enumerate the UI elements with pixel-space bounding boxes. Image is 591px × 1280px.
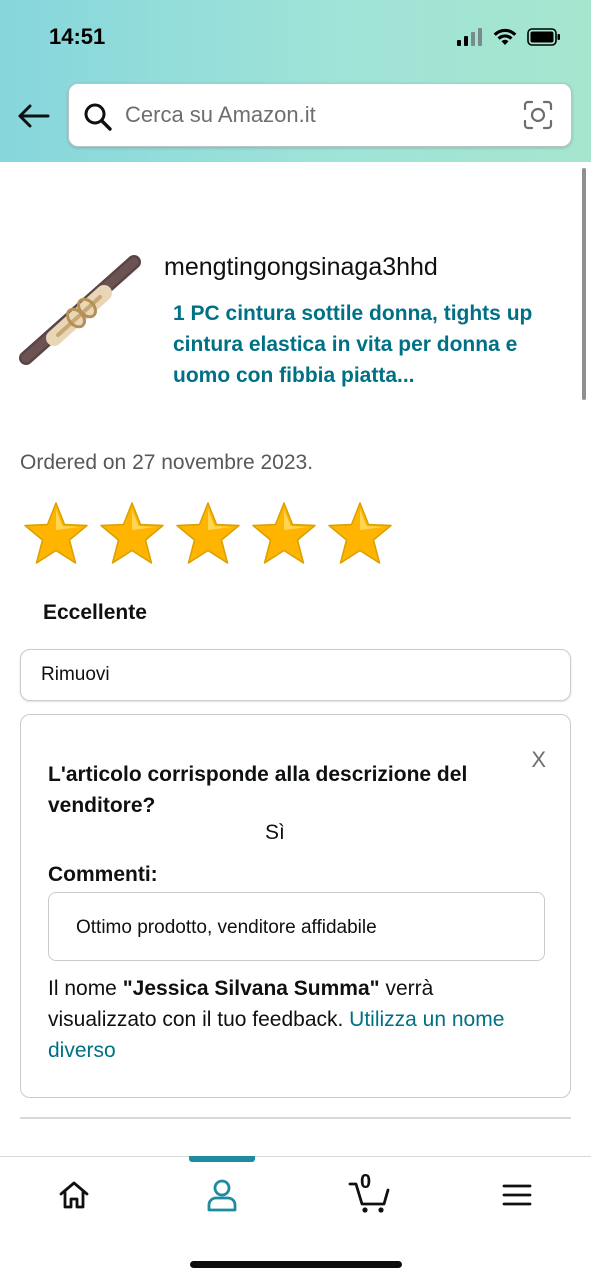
search-input[interactable] — [125, 84, 505, 146]
star-3[interactable] — [174, 500, 242, 568]
cart-count-badge: 0 — [360, 1171, 372, 1193]
seller-name: mengtingongsinaga3hhd — [164, 253, 438, 281]
ordered-date: Ordered on 27 novembre 2023. — [20, 451, 314, 474]
home-indicator[interactable] — [190, 1261, 402, 1268]
nav-account[interactable] — [192, 1175, 252, 1215]
description-answer[interactable]: Sì — [265, 821, 285, 845]
home-icon — [59, 1181, 89, 1209]
back-arrow-icon — [18, 104, 50, 128]
name-note: Il nome "Jessica Silvana Summa" verrà vi… — [48, 973, 528, 1066]
feedback-card: X L'articolo corrisponde alla descrizion… — [20, 714, 571, 1098]
battery-icon — [527, 28, 560, 46]
search-bar[interactable] — [68, 83, 572, 147]
star-5[interactable] — [326, 500, 394, 568]
top-header: 14:51 — [0, 0, 591, 162]
status-time: 14:51 — [49, 24, 106, 49]
description-question: L'articolo corrisponde alla descrizione … — [48, 763, 468, 817]
camera-scan-icon[interactable] — [523, 100, 553, 130]
product-title-link[interactable]: 1 PC cintura sottile donna, tights up ci… — [173, 298, 543, 391]
nav-cart[interactable]: 0 — [340, 1171, 400, 1215]
remove-rating-button[interactable]: Rimuovi — [20, 649, 571, 701]
star-rating[interactable] — [22, 500, 394, 568]
star-1[interactable] — [22, 500, 90, 568]
account-icon — [207, 1179, 237, 1212]
status-icons — [457, 26, 561, 48]
reviewer-name: "Jessica Silvana Summa" — [122, 977, 380, 1000]
active-tab-indicator — [189, 1156, 255, 1162]
nav-menu[interactable] — [487, 1175, 547, 1215]
search-icon — [84, 103, 112, 131]
signal-icon — [457, 28, 482, 46]
comments-field[interactable]: Ottimo prodotto, venditore affidabile — [48, 892, 545, 961]
name-note-prefix: Il nome — [48, 977, 123, 1000]
comments-label: Commenti: — [48, 863, 158, 886]
close-icon[interactable]: X — [531, 747, 546, 773]
hamburger-menu-icon — [502, 1184, 532, 1206]
star-2[interactable] — [98, 500, 166, 568]
nav-home[interactable] — [44, 1175, 104, 1215]
divider — [20, 1117, 571, 1119]
star-4[interactable] — [250, 500, 318, 568]
bottom-navigation: 0 — [0, 1156, 591, 1280]
wifi-icon — [493, 28, 517, 45]
rating-label: Eccellente — [43, 601, 147, 624]
scrollbar[interactable] — [582, 168, 586, 400]
product-image[interactable] — [18, 252, 143, 372]
back-button[interactable] — [16, 98, 52, 134]
